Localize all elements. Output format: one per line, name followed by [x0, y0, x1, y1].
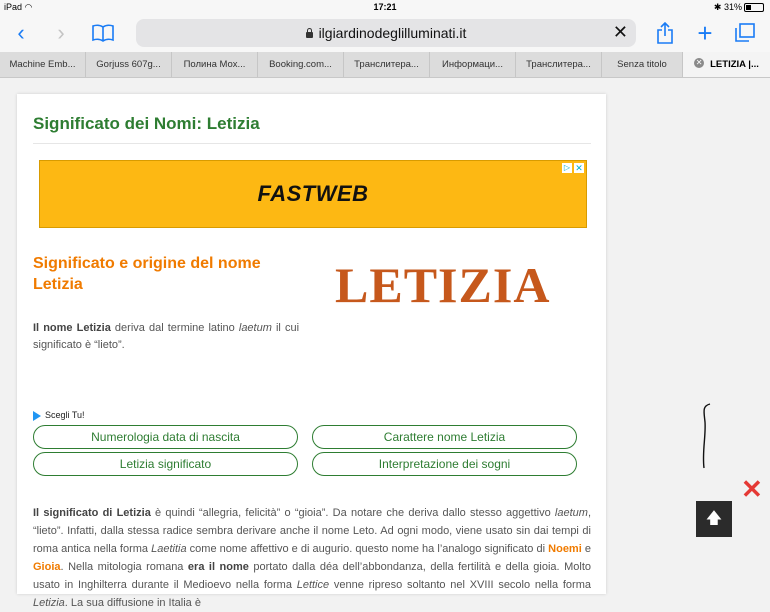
address-bar[interactable]: ilgiardinodeglilluminati.it ✕ — [136, 19, 636, 47]
battery-status: ✱ 31% — [714, 2, 764, 13]
forward-button[interactable]: › — [48, 20, 74, 46]
lock-icon — [305, 28, 313, 39]
new-tab-button[interactable]: + — [692, 20, 718, 46]
browser-tab[interactable]: Machine Emb... — [0, 52, 86, 77]
link-button-carattere[interactable]: Carattere nome Letizia — [312, 425, 577, 449]
tabs-overview-button[interactable] — [732, 20, 758, 46]
ad-choices-label[interactable]: Scegli Tu! — [33, 410, 85, 421]
clear-url-button[interactable]: ✕ — [613, 22, 628, 43]
bluetooth-icon: ✱ — [713, 2, 722, 12]
browser-toolbar: ‹ › ilgiardinodeglilluminati.it ✕ + — [0, 14, 770, 52]
chevron-right-icon: › — [57, 20, 65, 45]
close-overlay-icon[interactable]: ✕ — [741, 474, 763, 505]
play-icon — [33, 410, 41, 421]
scroll-to-top-button[interactable]: 🡅 — [696, 501, 732, 537]
back-button[interactable]: ‹ — [8, 20, 34, 46]
fastweb-logo: FASTWEB — [257, 181, 369, 206]
section-title: Significato e origine del nome Letizia — [33, 255, 261, 293]
page-title: Significato dei Nomi: Letizia — [33, 114, 260, 133]
tab-strip: Machine Emb... Gorjuss 607g... Полина Мо… — [0, 52, 770, 78]
link-noemi[interactable]: Noemi — [548, 543, 582, 555]
browser-tab[interactable]: Полина Мох... — [172, 52, 258, 77]
link-button-numerologia[interactable]: Numerologia data di nascita — [33, 425, 298, 449]
browser-tab[interactable]: Senza titolo — [602, 52, 683, 77]
bookmarks-button[interactable] — [90, 20, 116, 46]
plus-icon: + — [697, 18, 713, 48]
clock: 17:21 — [373, 2, 397, 12]
browser-tab[interactable]: Информаци... — [430, 52, 516, 77]
browser-tab[interactable]: Транслитера... — [516, 52, 602, 77]
url-text: ilgiardinodeglilluminati.it — [318, 25, 467, 41]
link-gioia[interactable]: Gioia — [33, 561, 61, 573]
article-body: Il significato di Letizia è quindi “alle… — [33, 507, 592, 609]
ad-info-icon[interactable]: ▷ — [562, 163, 572, 173]
intro-paragraph: Il nome Letizia deriva dal termine latin… — [33, 322, 300, 351]
status-bar: iPad ◠ 17:21 ✱ 31% — [0, 0, 770, 14]
article-card: Significato dei Nomi: Letizia FASTWEB ▷ … — [17, 94, 606, 609]
ad-banner[interactable]: FASTWEB ▷ ✕ — [39, 160, 587, 228]
divider — [33, 143, 591, 144]
share-icon — [657, 21, 673, 44]
share-button[interactable] — [652, 20, 678, 46]
browser-tab[interactable]: Gorjuss 607g... — [86, 52, 172, 77]
browser-tab[interactable]: Транслитера... — [344, 52, 430, 77]
close-tab-icon[interactable]: ✕ — [694, 58, 705, 69]
tabs-icon — [735, 23, 755, 42]
arrow-up-icon: 🡅 — [705, 510, 723, 527]
ad-close-icon[interactable]: ✕ — [574, 163, 584, 173]
book-icon — [92, 24, 114, 42]
battery-icon — [744, 3, 764, 13]
browser-tab-active[interactable]: ✕ LETIZIA |... — [683, 52, 770, 77]
chevron-left-icon: ‹ — [17, 20, 25, 45]
link-button-sogni[interactable]: Interpretazione dei sogni — [312, 452, 577, 476]
handwriting-mark — [702, 403, 711, 469]
link-button-significato[interactable]: Letizia significato — [33, 452, 298, 476]
name-graphic: LETIZIA — [335, 257, 551, 313]
browser-tab[interactable]: Booking.com... — [258, 52, 344, 77]
